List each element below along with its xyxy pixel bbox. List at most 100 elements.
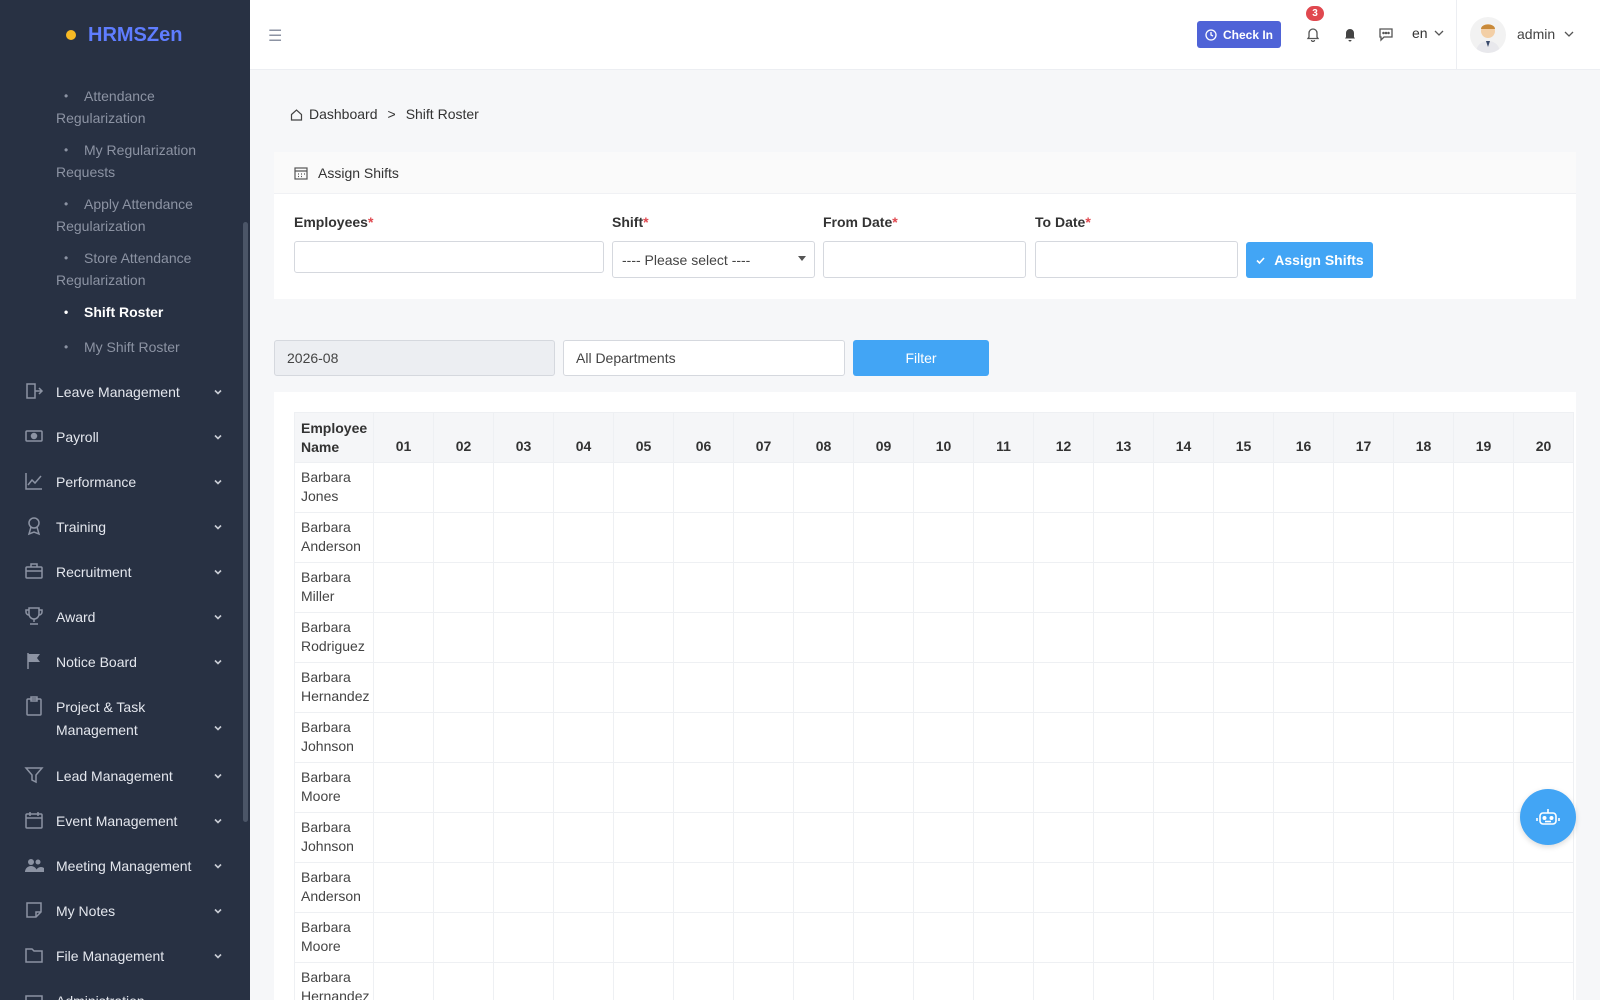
shift-cell[interactable] bbox=[1213, 712, 1274, 763]
sidebar-subitem-my-regularization-requests[interactable]: • My Regularization Requests bbox=[0, 139, 240, 183]
shift-cell[interactable] bbox=[793, 712, 854, 763]
shift-cell[interactable] bbox=[1393, 662, 1454, 713]
shift-cell[interactable] bbox=[793, 662, 854, 713]
shift-cell[interactable] bbox=[613, 512, 674, 563]
month-filter-input[interactable]: 2026-08 bbox=[274, 340, 555, 376]
shift-cell[interactable] bbox=[793, 912, 854, 963]
shift-cell[interactable] bbox=[1153, 912, 1214, 963]
shift-cell[interactable] bbox=[1213, 762, 1274, 813]
sidebar-subitem-shift-roster[interactable]: • Shift Roster bbox=[0, 301, 240, 323]
shift-cell[interactable] bbox=[373, 512, 434, 563]
shift-cell[interactable] bbox=[673, 862, 734, 913]
shift-cell[interactable] bbox=[1033, 812, 1094, 863]
sidebar-item-project-task-management[interactable]: Project & Task Management bbox=[0, 696, 240, 742]
sidebar-item-payroll[interactable]: Payroll bbox=[0, 426, 240, 448]
shift-cell[interactable] bbox=[1033, 762, 1094, 813]
shift-cell[interactable] bbox=[853, 712, 914, 763]
check-in-button[interactable]: Check In bbox=[1197, 21, 1281, 48]
shift-cell[interactable] bbox=[613, 812, 674, 863]
shift-cell[interactable] bbox=[1453, 462, 1514, 513]
shift-cell[interactable] bbox=[1153, 662, 1214, 713]
shift-cell[interactable] bbox=[1153, 762, 1214, 813]
shift-cell[interactable] bbox=[853, 862, 914, 913]
shift-cell[interactable] bbox=[1093, 712, 1154, 763]
shift-cell[interactable] bbox=[1273, 962, 1334, 1000]
shift-cell[interactable] bbox=[1333, 762, 1394, 813]
shift-cell[interactable] bbox=[1513, 512, 1574, 563]
shift-cell[interactable] bbox=[1213, 612, 1274, 663]
shift-cell[interactable] bbox=[1273, 862, 1334, 913]
shift-cell[interactable] bbox=[673, 562, 734, 613]
shift-cell[interactable] bbox=[1453, 512, 1514, 563]
shift-cell[interactable] bbox=[553, 712, 614, 763]
shift-cell[interactable] bbox=[733, 662, 794, 713]
shift-cell[interactable] bbox=[853, 762, 914, 813]
shift-cell[interactable] bbox=[1453, 912, 1514, 963]
shift-cell[interactable] bbox=[433, 962, 494, 1000]
shift-cell[interactable] bbox=[733, 812, 794, 863]
shift-cell[interactable] bbox=[1033, 962, 1094, 1000]
language-selector[interactable]: en bbox=[1412, 25, 1445, 41]
shift-cell[interactable] bbox=[1333, 912, 1394, 963]
shift-cell[interactable] bbox=[613, 762, 674, 813]
shift-cell[interactable] bbox=[553, 612, 614, 663]
shift-cell[interactable] bbox=[1153, 612, 1214, 663]
shift-cell[interactable] bbox=[433, 612, 494, 663]
shift-cell[interactable] bbox=[1273, 762, 1334, 813]
shift-cell[interactable] bbox=[493, 612, 554, 663]
shift-cell[interactable] bbox=[1393, 962, 1454, 1000]
shift-cell[interactable] bbox=[733, 862, 794, 913]
shift-cell[interactable] bbox=[973, 562, 1034, 613]
shift-cell[interactable] bbox=[673, 662, 734, 713]
shift-cell[interactable] bbox=[973, 712, 1034, 763]
shift-cell[interactable] bbox=[493, 662, 554, 713]
shift-cell[interactable] bbox=[1153, 712, 1214, 763]
shift-cell[interactable] bbox=[433, 812, 494, 863]
sidebar-item-recruitment[interactable]: Recruitment bbox=[0, 561, 240, 583]
shift-cell[interactable] bbox=[373, 962, 434, 1000]
shift-cell[interactable] bbox=[1393, 912, 1454, 963]
shift-cell[interactable] bbox=[433, 512, 494, 563]
sidebar-item-lead-management[interactable]: Lead Management bbox=[0, 765, 240, 787]
shift-cell[interactable] bbox=[1513, 612, 1574, 663]
shift-cell[interactable] bbox=[1153, 812, 1214, 863]
sidebar-item-file-management[interactable]: File Management bbox=[0, 945, 240, 967]
shift-cell[interactable] bbox=[1393, 462, 1454, 513]
shift-cell[interactable] bbox=[673, 812, 734, 863]
shift-cell[interactable] bbox=[1273, 712, 1334, 763]
shift-cell[interactable] bbox=[1213, 562, 1274, 613]
shift-cell[interactable] bbox=[1273, 812, 1334, 863]
shift-cell[interactable] bbox=[793, 612, 854, 663]
sidebar-item-award[interactable]: Award bbox=[0, 606, 240, 628]
shift-cell[interactable] bbox=[613, 562, 674, 613]
shift-cell[interactable] bbox=[733, 712, 794, 763]
shift-cell[interactable] bbox=[493, 462, 554, 513]
sidebar-item-performance[interactable]: Performance bbox=[0, 471, 240, 493]
shift-cell[interactable] bbox=[1033, 562, 1094, 613]
sidebar-scrollbar[interactable] bbox=[243, 222, 248, 822]
shift-cell[interactable] bbox=[733, 562, 794, 613]
shift-cell[interactable] bbox=[493, 862, 554, 913]
chatbot-button[interactable] bbox=[1520, 789, 1576, 845]
shift-cell[interactable] bbox=[613, 862, 674, 913]
shift-cell[interactable] bbox=[613, 662, 674, 713]
shift-cell[interactable] bbox=[973, 812, 1034, 863]
shift-cell[interactable] bbox=[1333, 962, 1394, 1000]
shift-cell[interactable] bbox=[1033, 662, 1094, 713]
shift-cell[interactable] bbox=[973, 512, 1034, 563]
shift-cell[interactable] bbox=[913, 512, 974, 563]
shift-cell[interactable] bbox=[673, 462, 734, 513]
notification-bell-icon[interactable] bbox=[1305, 26, 1321, 42]
shift-cell[interactable] bbox=[1033, 862, 1094, 913]
shift-cell[interactable] bbox=[553, 512, 614, 563]
shift-cell[interactable] bbox=[1213, 662, 1274, 713]
shift-cell[interactable] bbox=[1393, 862, 1454, 913]
shift-cell[interactable] bbox=[373, 562, 434, 613]
shift-cell[interactable] bbox=[853, 562, 914, 613]
shift-cell[interactable] bbox=[1333, 612, 1394, 663]
shift-cell[interactable] bbox=[1213, 962, 1274, 1000]
shift-cell[interactable] bbox=[913, 812, 974, 863]
shift-cell[interactable] bbox=[1513, 862, 1574, 913]
shift-cell[interactable] bbox=[433, 562, 494, 613]
shift-cell[interactable] bbox=[913, 962, 974, 1000]
